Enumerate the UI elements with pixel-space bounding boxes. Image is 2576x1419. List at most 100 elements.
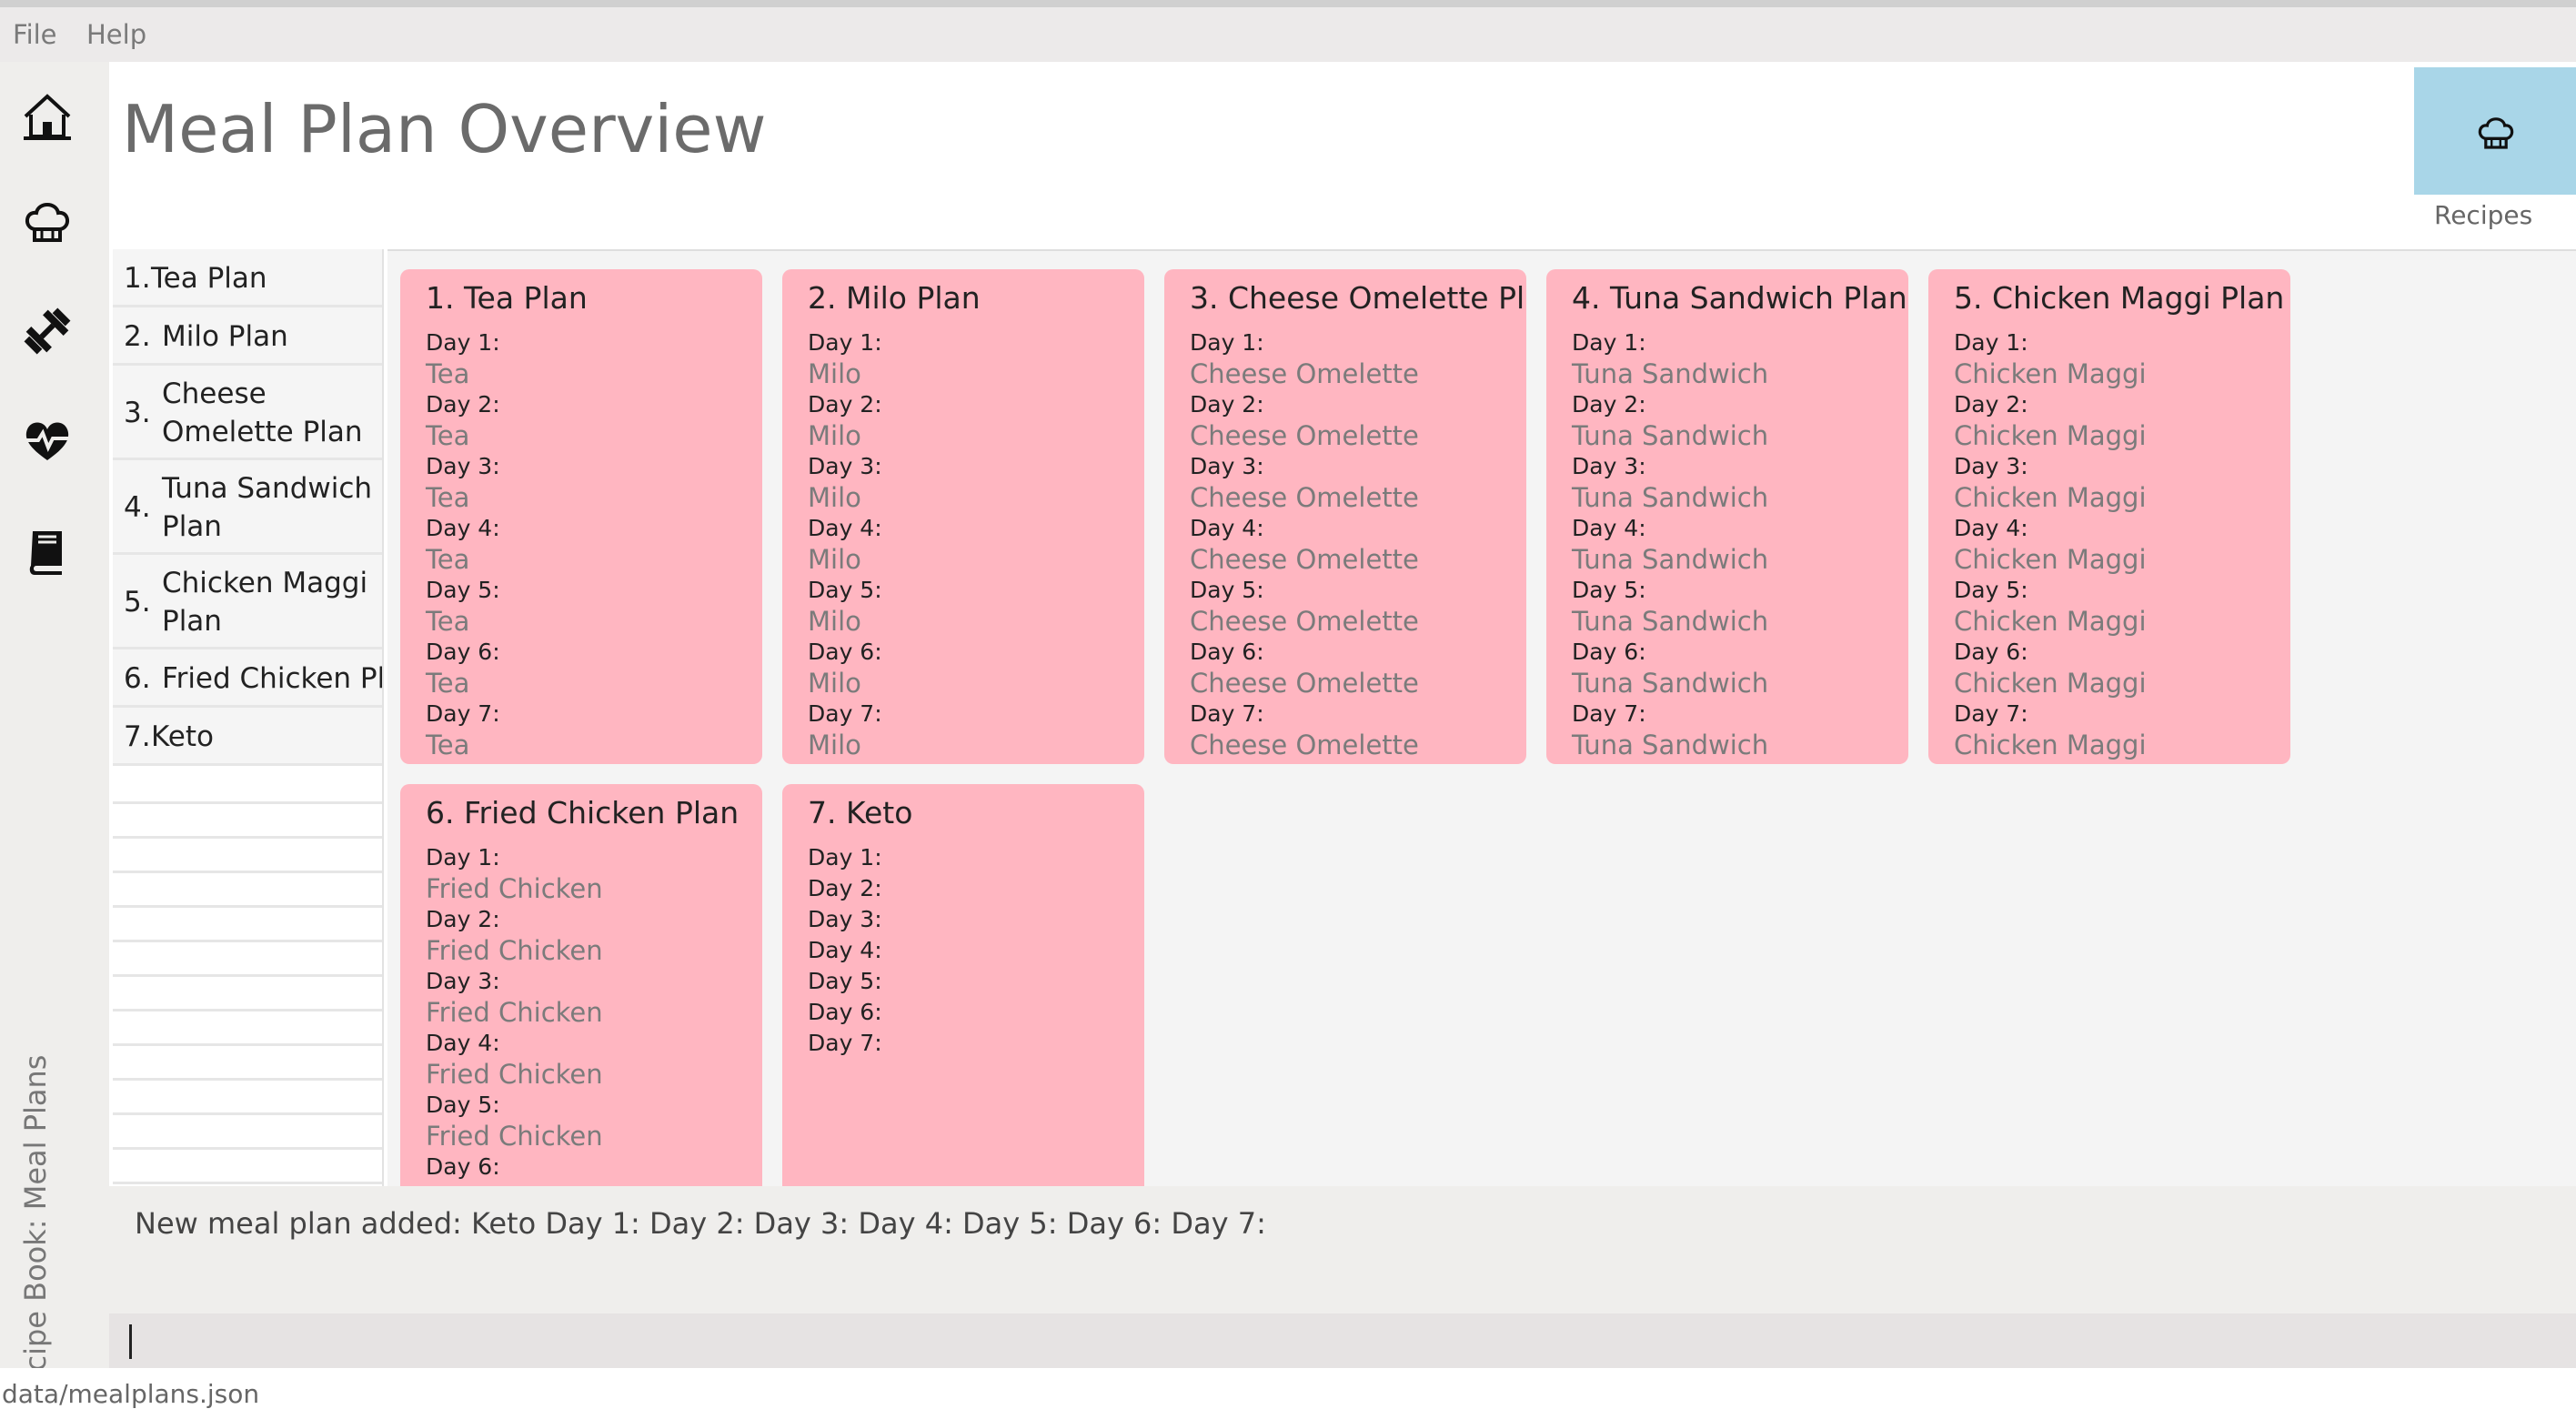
meal-name: Chicken Maggi [1954,668,2147,699]
card-title: 4. Tuna Sandwich Plan [1572,280,1907,316]
meal-name: Milo [808,420,861,451]
meal-plan-card[interactable]: 5. Chicken Maggi Plan Day 1: Chicken Mag… [1928,269,2290,764]
day-label: Day 6: [426,639,500,665]
meal-name: Tuna Sandwich [1572,482,1769,513]
meal-name: Tea [426,668,470,699]
day-label: Day 2: [426,906,500,932]
cards-panel: 1. Tea Plan Day 1: Tea Day 2: Tea Day 3:… [387,249,2576,1243]
meal-name: Tuna Sandwich [1572,606,1769,637]
empty-list-row [113,944,382,977]
meal-name: Fried Chicken [426,873,603,904]
main-panel: Meal Plan Overview Recipes 1. Tea Plan 2… [109,62,2576,1368]
empty-list-row [113,1082,382,1115]
list-item-num: 7. [124,720,151,753]
day-label: Day 1: [808,844,882,871]
recipes-button[interactable] [2414,67,2576,195]
day-label: Day 3: [808,453,882,479]
result-display: New meal plan added: Keto Day 1: Day 2: … [109,1186,2576,1313]
day-label: Day 5: [808,968,882,994]
card-days: Day 1: Day 2: Day 3: Day 4: Day 5: Day 6… [808,842,882,1059]
day-label: Day 6: [808,999,882,1025]
list-item[interactable]: 6. Fried Chicken Plan [113,649,382,708]
card-title: 2. Milo Plan [808,280,981,316]
window-top-edge [0,0,2576,7]
meal-name: Tuna Sandwich [1572,730,1769,760]
page-title: Meal Plan Overview [122,91,767,167]
empty-list-row [113,1117,382,1150]
day-label: Day 5: [1954,577,2028,603]
meal-name: Tea [426,606,470,637]
meal-name: Cheese Omelette [1190,544,1419,575]
day-label: Day 1: [426,844,500,871]
day-label: Day 7: [1572,700,1646,727]
menu-help[interactable]: Help [86,7,146,62]
list-item[interactable]: 5. Chicken Maggi Plan [113,555,382,649]
meal-name: Chicken Maggi [1954,420,2147,451]
day-label: Day 7: [1954,700,2028,727]
meal-plan-card[interactable]: 4. Tuna Sandwich Plan Day 1: Tuna Sandwi… [1546,269,1908,764]
meal-name: Milo [808,668,861,699]
day-label: Day 4: [1572,515,1646,541]
card-days: Day 1: Tuna Sandwich Day 2: Tuna Sandwic… [1572,327,1768,760]
empty-list-row [113,840,382,873]
day-label: Day 2: [808,391,882,418]
meal-name: Tea [426,358,470,389]
list-item-num: 4. [124,491,151,524]
day-label: Day 4: [808,515,882,541]
menu-file[interactable]: File [13,7,57,62]
dumbbell-icon[interactable] [20,304,75,358]
meal-name: Tuna Sandwich [1572,544,1769,575]
meal-plan-card[interactable]: 3. Cheese Omelette Plan Day 1: Cheese Om… [1164,269,1526,764]
empty-list-row [113,875,382,908]
list-item-name: Fried Chicken Plan [162,662,382,695]
chef-hat-icon[interactable] [20,195,75,249]
day-label: Day 5: [1190,577,1264,603]
meal-plan-card[interactable]: 6. Fried Chicken Plan Day 1: Fried Chick… [400,784,762,1243]
empty-list-row [113,806,382,839]
day-label: Day 6: [808,639,882,665]
meal-name: Milo [808,606,861,637]
list-item-name: Tuna Sandwich Plan [162,472,373,543]
heartbeat-icon[interactable] [20,413,75,468]
list-item[interactable]: 4. Tuna Sandwich Plan [113,460,382,555]
text-caret [129,1324,132,1359]
list-item[interactable]: 3. Cheese Omelette Plan [113,366,382,460]
list-item-name: Cheese Omelette Plan [162,377,363,448]
card-title: 6. Fried Chicken Plan [426,795,740,830]
day-label: Day 7: [808,1030,882,1056]
meal-name: Chicken Maggi [1954,358,2147,389]
day-label: Day 1: [426,329,500,356]
list-item[interactable]: 2. Milo Plan [113,307,382,366]
meal-name: Milo [808,358,861,389]
list-item-num: 5. [124,586,151,619]
day-label: Day 2: [1572,391,1646,418]
meal-name: Fried Chicken [426,997,603,1028]
meal-plan-card[interactable]: 2. Milo Plan Day 1: Milo Day 2: Milo Day… [782,269,1144,764]
card-title: 7. Keto [808,795,913,830]
meal-plan-card[interactable]: 1. Tea Plan Day 1: Tea Day 2: Tea Day 3:… [400,269,762,764]
meal-name: Chicken Maggi [1954,606,2147,637]
day-label: Day 4: [1954,515,2028,541]
day-label: Day 6: [426,1153,500,1180]
meal-name: Tea [426,482,470,513]
command-input[interactable] [109,1313,2576,1368]
day-label: Day 4: [1190,515,1264,541]
home-icon[interactable] [20,89,75,144]
meal-name: Cheese Omelette [1190,606,1419,637]
day-label: Day 3: [1572,453,1646,479]
book-icon[interactable] [20,524,75,579]
list-item-num: 1. [124,262,151,295]
day-label: Day 4: [808,937,882,963]
day-label: Day 5: [1572,577,1646,603]
day-label: Day 3: [426,968,500,994]
meal-name: Fried Chicken [426,935,603,966]
recipes-button-label: Recipes [2434,200,2533,230]
day-label: Day 2: [426,391,500,418]
plan-list: 1. Tea Plan 2. Milo Plan 3. Cheese Omele… [113,249,384,1241]
day-label: Day 1: [1572,329,1646,356]
meal-plan-card[interactable]: 7. Keto Day 1: Day 2: Day 3: Day 4: Day … [782,784,1144,1243]
day-label: Day 3: [1954,453,2028,479]
list-item[interactable]: 7. Keto [113,708,382,766]
list-item[interactable]: 1. Tea Plan [113,249,382,307]
day-label: Day 6: [1190,639,1264,665]
